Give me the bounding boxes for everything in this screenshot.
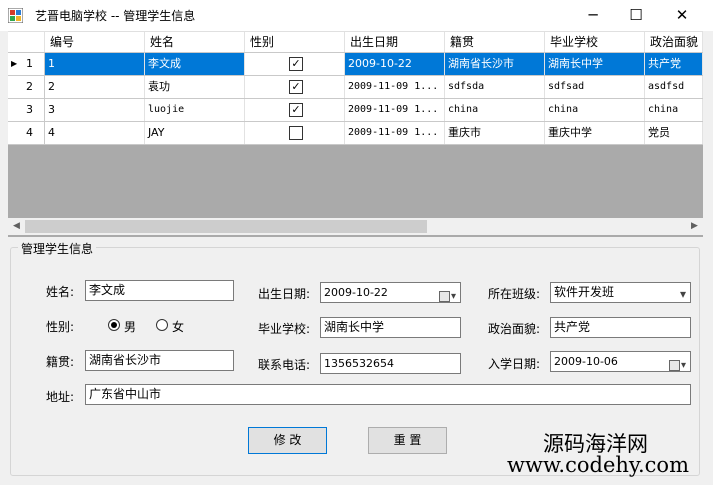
cell-id[interactable]: 3: [45, 99, 145, 121]
politics-field[interactable]: 共产党: [550, 317, 691, 338]
gender-checkbox[interactable]: [289, 126, 303, 140]
maximize-button[interactable]: ☐: [613, 0, 659, 31]
column-header-id[interactable]: 编号: [45, 32, 145, 52]
cell-gender[interactable]: ✓: [245, 99, 345, 121]
birth-date-value: 2009-10-22: [324, 286, 388, 299]
row-header[interactable]: 4: [8, 122, 45, 144]
table-row[interactable]: 3 3 luojie ✓ 2009-11-09 1... china china…: [8, 99, 703, 122]
cell-school[interactable]: china: [545, 99, 645, 121]
column-header-birth[interactable]: 出生日期: [345, 32, 445, 52]
male-radio-label[interactable]: 男: [124, 318, 136, 335]
cell-politics[interactable]: china: [645, 99, 703, 121]
enroll-date-picker[interactable]: 2009-10-06 ▾: [550, 351, 691, 372]
address-label: 地址:: [46, 390, 75, 404]
enroll-date-value: 2009-10-06: [554, 355, 618, 368]
name-field[interactable]: 李文成: [85, 280, 234, 301]
column-header-school[interactable]: 毕业学校: [545, 32, 645, 52]
row-header[interactable]: 2: [8, 76, 45, 98]
cell-gender[interactable]: [245, 122, 345, 144]
current-row-arrow-icon: ▶: [11, 59, 18, 68]
calendar-dropdown-icon[interactable]: ▾: [438, 287, 456, 302]
gender-checkbox[interactable]: ✓: [289, 57, 303, 71]
cell-school[interactable]: 重庆中学: [545, 122, 645, 144]
watermark-url: www.codehy.com: [507, 453, 689, 477]
cell-id[interactable]: 4: [45, 122, 145, 144]
row-header[interactable]: ▶ 1: [8, 53, 45, 75]
window-title: 艺晋电脑学校 -- 管理学生信息: [35, 9, 196, 23]
cell-birth[interactable]: 2009-11-09 1...: [345, 122, 445, 144]
cell-origin[interactable]: china: [445, 99, 545, 121]
scroll-right-arrow-icon[interactable]: ▶: [686, 218, 703, 235]
enroll-date-label: 入学日期:: [488, 357, 541, 371]
male-radio[interactable]: [108, 319, 120, 331]
cell-politics[interactable]: asdfsd: [645, 76, 703, 98]
title-bar: 艺晋电脑学校 -- 管理学生信息 ─ ☐ ✕: [0, 0, 713, 31]
class-select[interactable]: 软件开发班 ▾: [550, 282, 691, 303]
cell-origin[interactable]: 重庆市: [445, 122, 545, 144]
politics-label: 政治面貌:: [488, 322, 541, 336]
cell-birth[interactable]: 2009-11-09 1...: [345, 76, 445, 98]
scroll-left-arrow-icon[interactable]: ◀: [8, 218, 25, 235]
horizontal-scrollbar[interactable]: ◀ ▶: [8, 218, 703, 235]
cell-gender[interactable]: ✓: [245, 53, 345, 75]
birth-date-label: 出生日期:: [258, 287, 311, 301]
cell-politics[interactable]: 共产党: [645, 53, 703, 75]
modify-button[interactable]: 修 改: [248, 427, 327, 454]
row-header[interactable]: 3: [8, 99, 45, 121]
cell-birth[interactable]: 2009-11-09 1...: [345, 99, 445, 121]
school-field[interactable]: 湖南长中学: [320, 317, 461, 338]
column-header-name[interactable]: 姓名: [145, 32, 245, 52]
table-row[interactable]: ▶ 1 1 李文成 ✓ 2009-10-22 湖南省长沙市 湖南长中学 共产党: [8, 53, 703, 76]
column-header-politics[interactable]: 政治面貌: [645, 32, 703, 52]
gender-checkbox[interactable]: ✓: [289, 80, 303, 94]
grid-header: 编号 姓名 性别 出生日期 籍贯 毕业学校 政治面貌: [8, 32, 703, 53]
cell-school[interactable]: sdfsad: [545, 76, 645, 98]
cell-gender[interactable]: ✓: [245, 76, 345, 98]
cell-origin[interactable]: sdfsda: [445, 76, 545, 98]
gender-label: 性别:: [46, 320, 75, 334]
cell-id[interactable]: 1: [45, 53, 145, 75]
cell-school[interactable]: 湖南长中学: [545, 53, 645, 75]
birth-date-picker[interactable]: 2009-10-22 ▾: [320, 282, 461, 303]
cell-id[interactable]: 2: [45, 76, 145, 98]
calendar-dropdown-icon[interactable]: ▾: [668, 356, 686, 371]
table-row[interactable]: 4 4 JAY 2009-11-09 1... 重庆市 重庆中学 党员: [8, 122, 703, 145]
cell-origin[interactable]: 湖南省长沙市: [445, 53, 545, 75]
name-label: 姓名:: [46, 285, 75, 299]
student-grid[interactable]: 编号 姓名 性别 出生日期 籍贯 毕业学校 政治面貌 ▶ 1 1 李文成 ✓ 2…: [8, 31, 703, 237]
female-radio-label[interactable]: 女: [172, 318, 184, 335]
cell-birth[interactable]: 2009-10-22: [345, 53, 445, 75]
chevron-down-icon[interactable]: ▾: [680, 285, 686, 302]
app-form-icon: [8, 8, 23, 23]
cell-name[interactable]: 袁功: [145, 76, 245, 98]
row-header-corner: [8, 32, 45, 52]
cell-politics[interactable]: 党员: [645, 122, 703, 144]
close-button[interactable]: ✕: [659, 0, 705, 31]
cell-name[interactable]: 李文成: [145, 53, 245, 75]
reset-button[interactable]: 重 置: [368, 427, 447, 454]
column-header-gender[interactable]: 性别: [245, 32, 345, 52]
address-field[interactable]: 广东省中山市: [85, 384, 691, 405]
origin-field[interactable]: 湖南省长沙市: [85, 350, 234, 371]
minimize-button[interactable]: ─: [570, 0, 616, 31]
cell-name[interactable]: JAY: [145, 122, 245, 144]
class-label: 所在班级:: [488, 287, 541, 301]
column-header-origin[interactable]: 籍贯: [445, 32, 545, 52]
table-row[interactable]: 2 2 袁功 ✓ 2009-11-09 1... sdfsda sdfsad a…: [8, 76, 703, 99]
origin-label: 籍贯:: [46, 355, 75, 369]
female-radio[interactable]: [156, 319, 168, 331]
phone-label: 联系电话:: [258, 358, 311, 372]
scrollbar-thumb[interactable]: [25, 220, 427, 233]
groupbox-title: 管理学生信息: [18, 240, 97, 257]
phone-field[interactable]: 1356532654: [320, 353, 461, 374]
cell-name[interactable]: luojie: [145, 99, 245, 121]
gender-checkbox[interactable]: ✓: [289, 103, 303, 117]
school-label: 毕业学校:: [258, 322, 311, 336]
